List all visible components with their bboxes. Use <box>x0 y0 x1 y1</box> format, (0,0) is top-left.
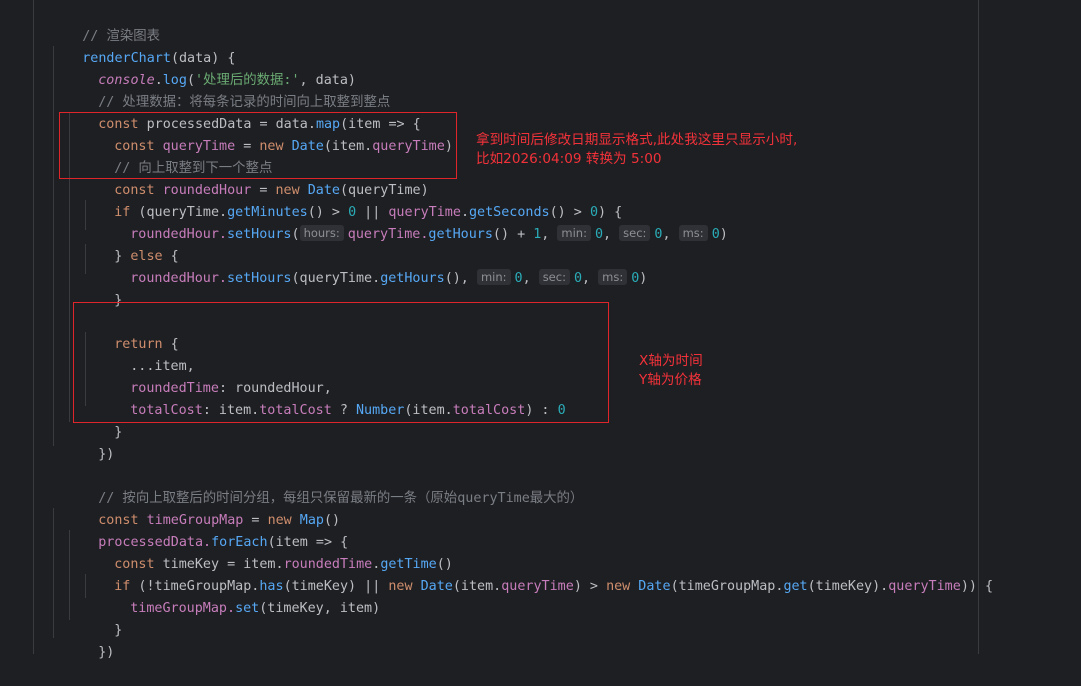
code-token: (item. <box>452 579 502 594</box>
code-line: if (!timeGroupMap.has(timeKey) || new Da… <box>82 554 993 594</box>
annotation-note-axes: X轴为时间 Y轴为价格 <box>639 353 703 388</box>
code-token: , <box>662 227 679 242</box>
code-token: Date <box>630 579 671 594</box>
code-token: , <box>541 227 558 242</box>
code-token: Date <box>412 579 453 594</box>
code-token: ) > <box>573 579 607 594</box>
code-line: // 按向上取整后的时间分组，每组只保留最新的一条（原始queryTime最大的… <box>66 466 583 506</box>
code-token: ) <box>719 227 728 242</box>
code-line: processedData.forEach(item => { <box>66 510 348 550</box>
code-token: queryTime. <box>347 227 429 242</box>
code-line: roundedHour.setHours(hours: queryTime.get… <box>98 202 728 242</box>
code-line: const timeGroupMap = new Map() <box>66 488 340 528</box>
code-line: } else { <box>82 224 179 264</box>
code-token: (), <box>444 271 477 286</box>
code-line: // 渲染图表 <box>50 4 160 44</box>
code-token: getHours <box>380 271 445 286</box>
code-token: , <box>582 271 599 286</box>
number-literal: 0 <box>594 227 604 242</box>
parameter-hint: sec: <box>619 225 651 241</box>
code-line: } <box>82 598 122 638</box>
code-token: } <box>114 623 123 638</box>
code-token: (queryTime. <box>291 271 381 286</box>
indent-guide <box>53 508 54 638</box>
number-literal: 0 <box>573 271 583 286</box>
code-line: const timeKey = item.roundedTime.getTime… <box>82 532 453 572</box>
code-line: } <box>82 268 122 308</box>
code-token: }) <box>98 645 115 660</box>
keyword: new <box>388 579 413 594</box>
code-line: }) <box>66 422 114 462</box>
parameter-hint: min: <box>557 225 591 241</box>
code-line: renderChart(data) { <box>50 26 235 66</box>
code-token: }) <box>98 447 115 462</box>
code-token: , <box>603 227 620 242</box>
code-token: } <box>114 425 123 440</box>
code-token: queryTime <box>501 579 574 594</box>
code-line: // 处理数据：将每条记录的时间向上取整到整点 <box>66 70 390 110</box>
code-line: if (queryTime.getMinutes() > 0 || queryT… <box>82 180 622 220</box>
code-token: get <box>783 579 808 594</box>
code-token: ( <box>291 227 300 242</box>
annotation-box-querytime <box>59 112 457 179</box>
keyword: new <box>606 579 631 594</box>
parameter-hint: ms: <box>678 225 708 241</box>
code-editor[interactable]: // 渲染图表 renderChart(data) { console.log(… <box>0 0 1081 660</box>
parameter-hint: sec: <box>538 269 570 285</box>
number-literal: 0 <box>711 227 720 242</box>
code-token: (timeGroupMap. <box>670 579 784 594</box>
code-line: const processedData = data.map(item => { <box>66 92 421 132</box>
code-token: () + <box>492 227 534 242</box>
code-token: roundedHour. <box>130 271 227 286</box>
parameter-hint: hours: <box>299 225 344 241</box>
code-token: ) <box>639 271 648 286</box>
parameter-hint: ms: <box>598 269 628 285</box>
code-line: timeGroupMap.set(timeKey, item) <box>98 576 380 616</box>
code-line: roundedHour.setHours(queryTime.getHours(… <box>98 246 647 286</box>
code-token: setHours <box>227 227 292 242</box>
code-token: queryTime <box>888 579 961 594</box>
code-token: , <box>522 271 539 286</box>
code-token: )) { <box>960 579 994 594</box>
number-literal: 0 <box>514 271 523 286</box>
code-line: console.log('处理后的数据:', data) <box>66 48 356 88</box>
code-token: getHours <box>428 227 493 242</box>
annotation-box-return <box>73 302 609 423</box>
code-token: timeGroupMap. <box>130 601 236 616</box>
code-token: (timeKey). <box>807 579 889 594</box>
code-token: setHours <box>227 271 292 286</box>
annotation-note-format: 拿到时间后修改日期显示格式,此处我这里只显示小时, 比如2026:04:09 转… <box>476 132 798 167</box>
code-token: (timeKey, item) <box>259 601 381 616</box>
code-line: }) <box>66 620 114 660</box>
indent-guide <box>33 0 34 654</box>
parameter-hint: min: <box>476 269 511 285</box>
code-token: set <box>235 601 260 616</box>
indent-guide <box>53 46 54 446</box>
